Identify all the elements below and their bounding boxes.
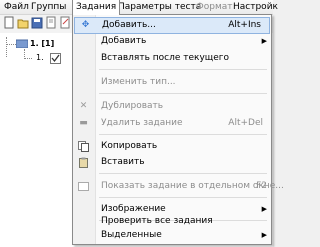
menu-item-insert-after[interactable]: Вставлять после текущего (73, 51, 271, 66)
copy-icon (78, 141, 89, 152)
tree-connector (24, 58, 32, 59)
menu-format[interactable]: Формат (196, 0, 233, 14)
menu-item-paste[interactable]: Вставить (73, 155, 271, 170)
menu-tasks[interactable]: Задания (72, 0, 121, 15)
menu-item-label: Дублировать (101, 101, 164, 111)
menu-item-shortcut: Alt+Del (228, 118, 263, 128)
menu-separator (99, 134, 267, 135)
menu-item-label: Удалить задание (101, 118, 183, 128)
menu-bar: Файл Группы Задания Параметры теста Форм… (0, 0, 278, 15)
menu-item-label: Изменить тип... (101, 77, 176, 87)
menu-item-copy[interactable]: Копировать (73, 139, 271, 154)
submenu-arrow-icon: ▶ (261, 37, 267, 45)
add-icon: ✥ (81, 20, 90, 30)
menu-separator (99, 69, 267, 70)
menu-item-add-submenu[interactable]: Добавить ▶ (73, 34, 271, 49)
tree-connector (6, 44, 16, 45)
menu-item-check-all[interactable]: Проверить все задания (73, 214, 271, 229)
menu-item-label: Проверить все задания (101, 216, 213, 226)
menu-item-label: Вставлять после текущего (101, 53, 230, 63)
tree-connector (6, 37, 7, 57)
document-edit-icon[interactable] (59, 16, 71, 30)
task-check-icon (50, 53, 61, 64)
menu-item-selected[interactable]: Выделенные ▶ (73, 228, 271, 243)
menu-item-add-dialog[interactable]: ✥ Добавить... Alt+Ins (74, 17, 270, 34)
menu-item-duplicate[interactable]: ✕ Дублировать (73, 99, 271, 114)
menu-item-delete-task[interactable]: ▬ Удалить задание Alt+Del (73, 116, 271, 131)
menu-item-show-in-window[interactable]: Показать задание в отдельном окне... F2 (73, 179, 284, 194)
menu-test-params[interactable]: Параметры теста (118, 0, 201, 14)
paste-icon (78, 157, 89, 168)
group-folder-icon (15, 39, 29, 49)
tasks-dropdown-menu: ✥ Добавить... Alt+Ins Добавить ▶ Вставля… (72, 14, 284, 245)
new-file-icon[interactable] (3, 16, 15, 30)
menu-separator (99, 197, 267, 198)
menu-separator (99, 93, 267, 94)
menu-file[interactable]: Файл (4, 0, 29, 14)
menu-item-change-type[interactable]: Изменить тип... (73, 75, 271, 90)
menu-settings[interactable]: Настройк (233, 0, 278, 14)
duplicate-icon: ✕ (79, 101, 88, 111)
delete-icon: ▬ (79, 118, 88, 128)
menu-item-label: Вставить (101, 157, 145, 167)
tree-child-label[interactable]: 1. (36, 53, 44, 62)
open-folder-icon[interactable] (17, 16, 29, 30)
submenu-arrow-icon: ▶ (261, 231, 267, 239)
menu-item-shortcut: F2 (256, 181, 267, 191)
menu-item-label: Добавить (101, 36, 147, 46)
save-icon[interactable] (31, 16, 43, 30)
menu-item-shortcut: Alt+Ins (228, 20, 261, 30)
menu-item-label: Копировать (101, 141, 158, 151)
menu-groups[interactable]: Группы (31, 0, 66, 14)
menu-separator (99, 173, 267, 174)
tree-root-label[interactable]: 1. [1] (30, 39, 54, 48)
window-icon (78, 181, 89, 192)
menu-item-label: Добавить... (102, 20, 156, 30)
menu-item-label: Выделенные (101, 230, 162, 240)
document-icon[interactable] (45, 16, 57, 30)
